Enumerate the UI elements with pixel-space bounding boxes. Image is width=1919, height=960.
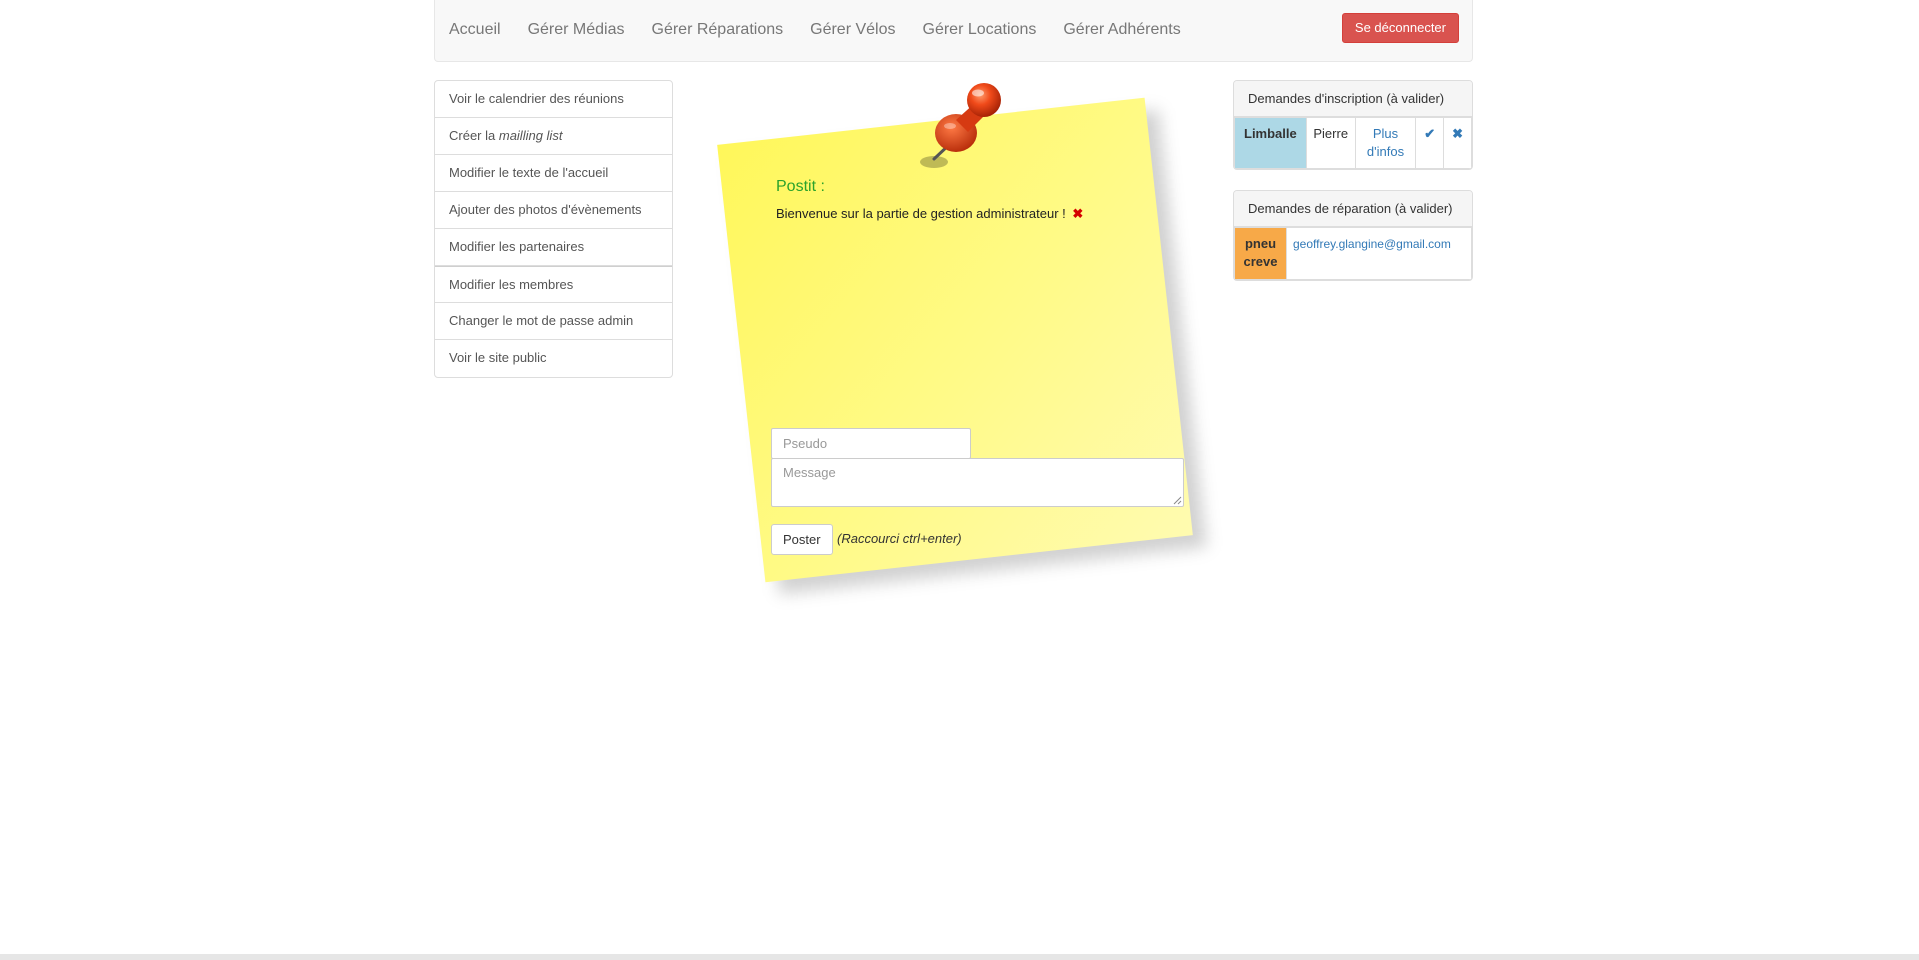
pseudo-input[interactable]	[771, 428, 971, 459]
nav-link-gerer-velos[interactable]: Gérer Vélos	[810, 21, 895, 39]
menu-item-mailing-list-em: mailling list	[498, 128, 563, 143]
nav-links: Accueil Gérer Médias Gérer Réparations G…	[449, 0, 1208, 60]
inscription-first-name: Pierre	[1305, 117, 1356, 169]
accept-check-icon[interactable]: ✔	[1415, 117, 1445, 169]
inscription-requests-panel: Demandes d'inscription (à valider) Limba…	[1233, 80, 1473, 170]
shortcut-hint: (Raccourci ctrl+enter)	[837, 531, 962, 546]
table-row: Limballe Pierre Plus d'infos ✔ ✖	[1234, 117, 1472, 169]
inscription-last-name: Limballe	[1234, 117, 1307, 169]
table-row: pneu creve geoffrey.glangine@gmail.com	[1234, 227, 1472, 280]
repair-problem: pneu creve	[1234, 227, 1287, 280]
page-bottom-border	[0, 954, 1919, 960]
menu-item-partners[interactable]: Modifier les partenaires	[435, 229, 672, 266]
top-navbar: Accueil Gérer Médias Gérer Réparations G…	[434, 0, 1473, 62]
menu-item-mailing-list[interactable]: Créer la mailling list	[435, 118, 672, 155]
delete-message-icon[interactable]: ✖	[1072, 206, 1083, 221]
nav-link-gerer-medias[interactable]: Gérer Médias	[528, 21, 625, 39]
nav-link-gerer-adherents[interactable]: Gérer Adhérents	[1063, 21, 1180, 39]
reject-x-icon[interactable]: ✖	[1443, 117, 1472, 169]
postit-message-text: Bienvenue sur la partie de gestion admin…	[776, 206, 1066, 221]
repair-requests-panel: Demandes de réparation (à valider) pneu …	[1233, 190, 1473, 281]
postit-title: Postit :	[776, 178, 825, 195]
inscription-requests-heading: Demandes d'inscription (à valider)	[1234, 81, 1472, 117]
pushpin-icon	[920, 83, 1001, 168]
menu-item-members[interactable]: Modifier les membres	[435, 266, 672, 303]
nav-link-gerer-locations[interactable]: Gérer Locations	[923, 21, 1037, 39]
postit-message-line: Bienvenue sur la partie de gestion admin…	[776, 206, 1083, 222]
nav-link-gerer-reparations[interactable]: Gérer Réparations	[652, 21, 784, 39]
message-input[interactable]	[771, 458, 1184, 507]
menu-item-mailing-list-prefix: Créer la	[449, 128, 499, 143]
menu-item-event-photos[interactable]: Ajouter des photos d'évènements	[435, 192, 672, 229]
repair-email-link[interactable]: geoffrey.glangine@gmail.com	[1286, 227, 1472, 280]
menu-item-public-site[interactable]: Voir le site public	[435, 340, 672, 377]
menu-item-admin-password[interactable]: Changer le mot de passe admin	[435, 303, 672, 340]
admin-menu: Voir le calendrier des réunions Créer la…	[434, 80, 673, 378]
menu-item-calendar[interactable]: Voir le calendrier des réunions	[435, 81, 672, 118]
inscription-requests-table: Limballe Pierre Plus d'infos ✔ ✖	[1234, 117, 1472, 169]
poster-button[interactable]: Poster	[771, 524, 833, 555]
menu-item-home-text[interactable]: Modifier le texte de l'accueil	[435, 155, 672, 192]
more-info-link[interactable]: Plus d'infos	[1354, 117, 1417, 169]
repair-requests-heading: Demandes de réparation (à valider)	[1234, 191, 1472, 227]
logout-button[interactable]: Se déconnecter	[1341, 13, 1459, 43]
resize-grip-icon[interactable]	[1173, 496, 1182, 505]
repair-requests-table: pneu creve geoffrey.glangine@gmail.com	[1234, 227, 1472, 280]
nav-link-accueil[interactable]: Accueil	[449, 21, 501, 39]
